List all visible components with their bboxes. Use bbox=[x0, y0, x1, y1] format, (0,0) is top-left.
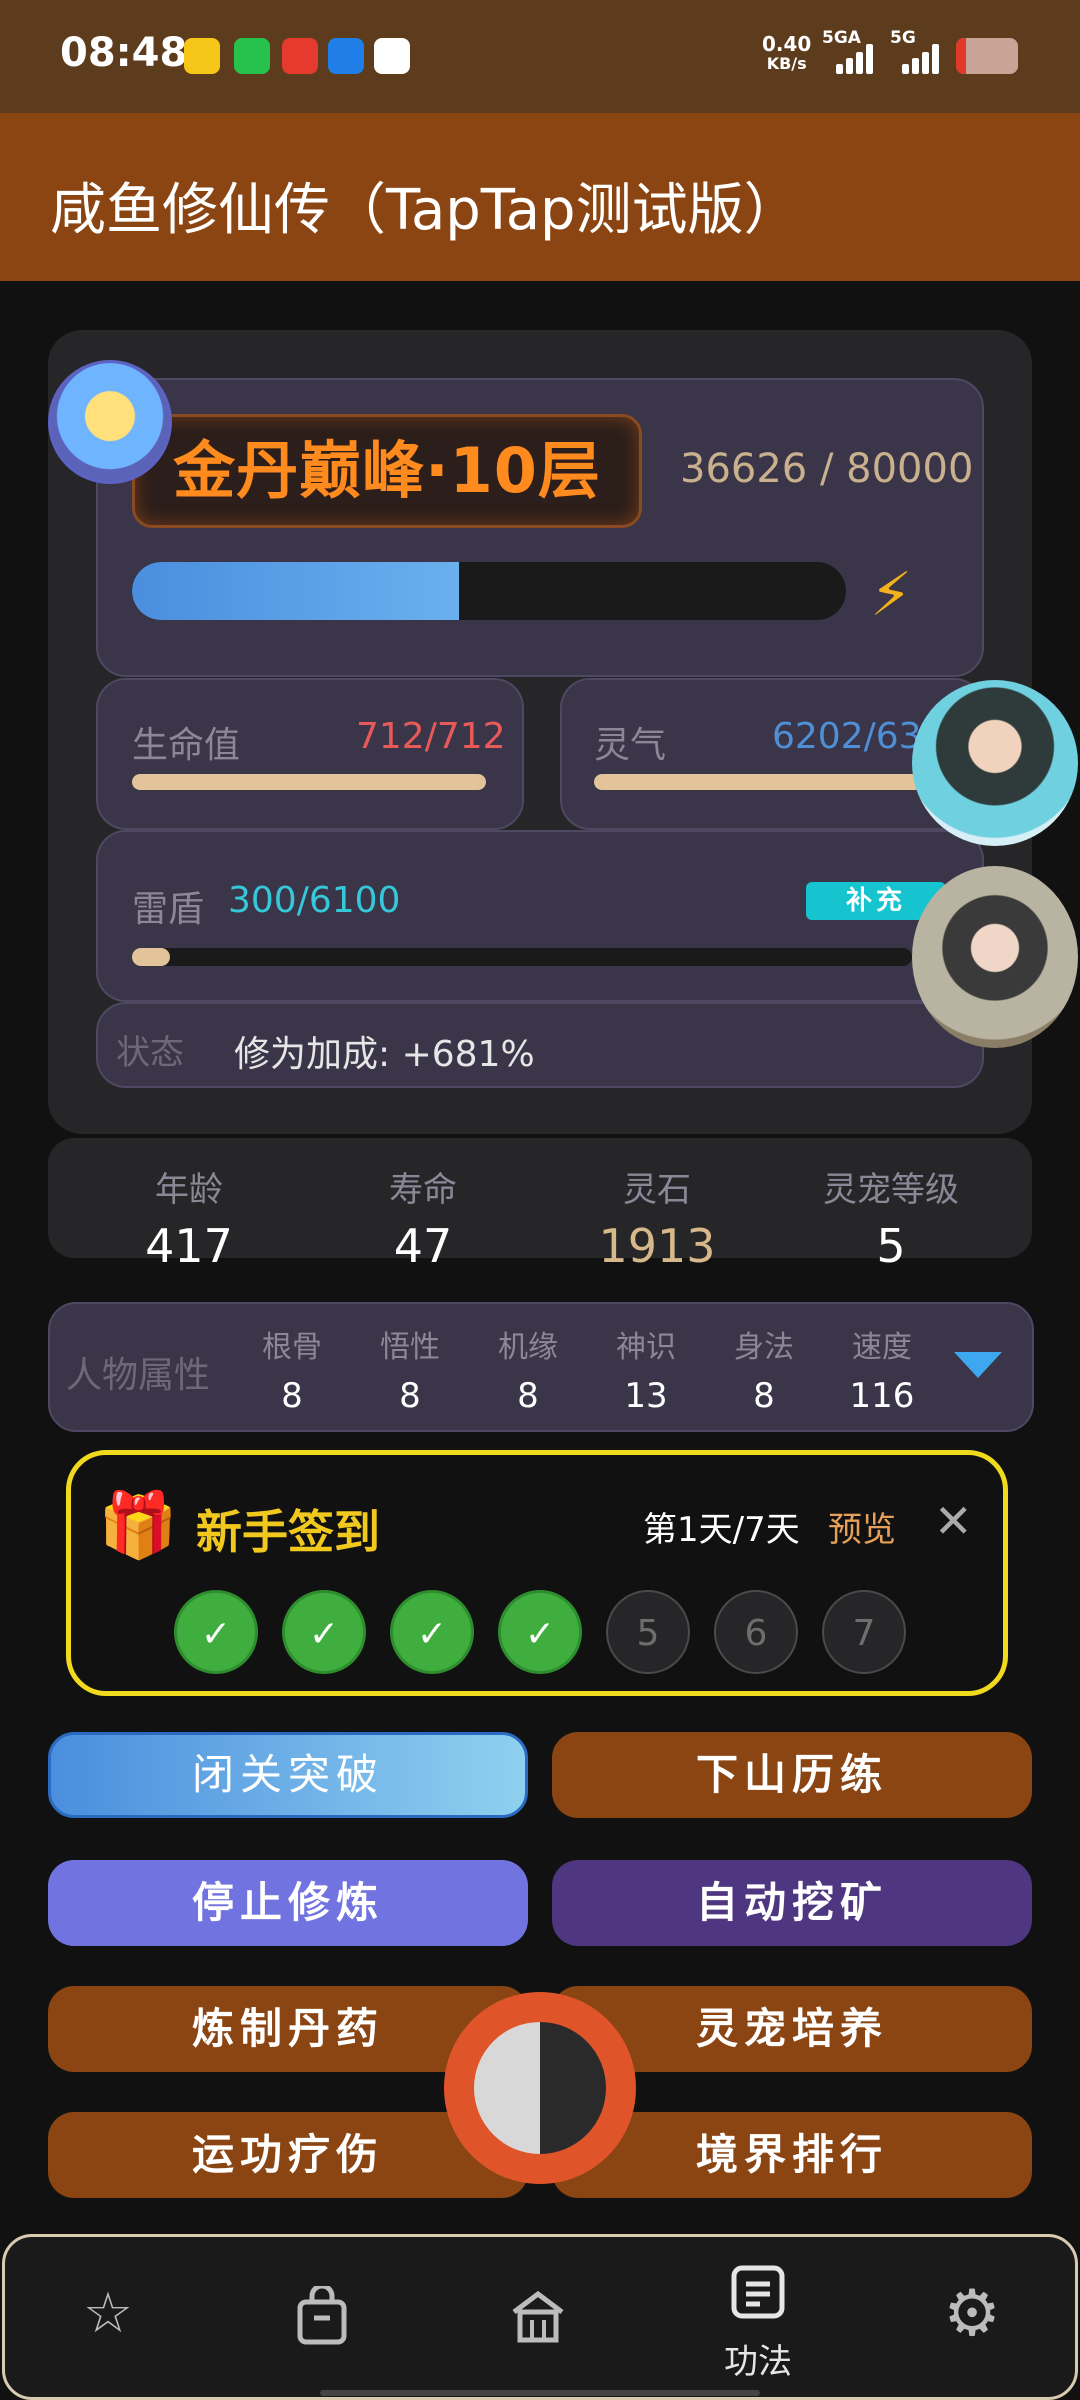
stat-label: 灵石 bbox=[623, 1170, 691, 1210]
state-label: 状态 bbox=[116, 1033, 184, 1073]
companion-avatar[interactable] bbox=[912, 680, 1078, 846]
checkin-day-6[interactable]: 6 bbox=[714, 1590, 798, 1674]
stat-value: 5 bbox=[876, 1219, 906, 1273]
seclusion-breakthrough-button[interactable]: 闭关突破 bbox=[48, 1732, 528, 1818]
companion-avatar[interactable] bbox=[912, 866, 1078, 1048]
notification-app-icon bbox=[374, 38, 410, 74]
signal-bars-icon bbox=[836, 40, 882, 74]
attribute-value: 8 bbox=[753, 1376, 775, 1416]
network-speed-value: 0.40 bbox=[762, 32, 812, 56]
nav-home[interactable] bbox=[478, 2260, 598, 2380]
spirit-value: 6202/63 bbox=[772, 716, 922, 757]
stop-cultivation-button[interactable]: 停止修炼 bbox=[48, 1860, 528, 1946]
state-value: 修为加成: +681% bbox=[234, 1034, 535, 1075]
star-icon: ☆ bbox=[82, 2281, 134, 2346]
stat-spirit-stones: 灵石 1913 bbox=[542, 1162, 772, 1273]
notification-app-icon bbox=[282, 38, 318, 74]
notification-app-icon bbox=[184, 38, 220, 74]
nav-bag[interactable] bbox=[262, 2260, 382, 2380]
close-icon[interactable]: ✕ bbox=[934, 1494, 973, 1548]
attribute-label: 根骨 bbox=[262, 1330, 322, 1365]
attribute-value: 8 bbox=[517, 1376, 539, 1416]
checkin-day-4[interactable]: ✓ bbox=[498, 1590, 582, 1674]
attribute-value: 8 bbox=[281, 1376, 303, 1416]
shield-bar-fill bbox=[132, 948, 171, 966]
state-panel bbox=[96, 1002, 984, 1088]
checkin-day-2[interactable]: ✓ bbox=[282, 1590, 366, 1674]
player-avatar[interactable] bbox=[48, 360, 172, 484]
signal-bars-icon bbox=[902, 40, 948, 74]
status-time: 08:48 bbox=[60, 30, 188, 76]
network-speed: 0.40 KB/s bbox=[762, 34, 811, 74]
attribute-value: 13 bbox=[624, 1376, 668, 1416]
cultivation-progress-fill bbox=[132, 562, 459, 620]
stat-age: 年龄 417 bbox=[74, 1162, 304, 1273]
attribute-label: 速度 bbox=[852, 1330, 912, 1365]
attribute-item: 神识 13 bbox=[596, 1322, 696, 1416]
attribute-item: 速度 116 bbox=[832, 1322, 932, 1416]
checkin-preview-link[interactable]: 预览 bbox=[828, 1502, 896, 1551]
stat-label: 年龄 bbox=[155, 1170, 223, 1210]
checkin-day-1[interactable]: ✓ bbox=[174, 1590, 258, 1674]
spirit-bar bbox=[594, 774, 924, 790]
checkin-day-text: 第1天/7天 bbox=[643, 1510, 800, 1550]
notification-app-icon bbox=[328, 38, 364, 74]
attribute-label: 身法 bbox=[734, 1330, 794, 1365]
gear-icon: ⚙ bbox=[943, 2277, 1001, 2351]
home-icon bbox=[512, 2290, 564, 2343]
spirit-label: 灵气 bbox=[594, 725, 667, 766]
attribute-item: 根骨 8 bbox=[242, 1322, 342, 1416]
attribute-item: 身法 8 bbox=[714, 1322, 814, 1416]
stat-value: 417 bbox=[145, 1219, 233, 1273]
yin-yang-icon bbox=[474, 2022, 606, 2154]
checkin-day-3[interactable]: ✓ bbox=[390, 1590, 474, 1674]
battery-icon bbox=[956, 38, 1018, 74]
stat-value: 1913 bbox=[598, 1219, 716, 1273]
attribute-label: 机缘 bbox=[498, 1330, 558, 1365]
cultivation-progress-bar bbox=[132, 562, 846, 620]
shield-bar bbox=[132, 948, 912, 966]
attribute-value: 8 bbox=[399, 1376, 421, 1416]
attribute-item: 机缘 8 bbox=[478, 1322, 578, 1416]
checkin-day-7[interactable]: 7 bbox=[822, 1590, 906, 1674]
lightning-icon[interactable]: ⚡ bbox=[870, 560, 912, 630]
gift-icon: 🎁 bbox=[98, 1489, 178, 1563]
cultivation-progress-text: 36626 / 80000 bbox=[680, 446, 974, 492]
hp-label: 生命值 bbox=[132, 725, 241, 766]
attribute-label: 神识 bbox=[616, 1330, 676, 1365]
bag-icon bbox=[297, 2283, 347, 2345]
stat-label: 灵宠等级 bbox=[823, 1170, 959, 1210]
auto-mining-button[interactable]: 自动挖矿 bbox=[552, 1860, 1032, 1946]
gesture-bar bbox=[320, 2390, 760, 2396]
stat-value: 47 bbox=[393, 1219, 453, 1273]
nav-settings[interactable]: ⚙ bbox=[912, 2260, 1032, 2380]
wechat-icon bbox=[234, 38, 270, 74]
realm-name: 金丹巅峰·10层 bbox=[173, 434, 601, 507]
scroll-icon bbox=[731, 2265, 785, 2319]
stat-lifespan: 寿命 47 bbox=[308, 1162, 538, 1273]
checkin-day-5[interactable]: 5 bbox=[606, 1590, 690, 1674]
attribute-label: 悟性 bbox=[380, 1330, 440, 1365]
shield-label: 雷盾 bbox=[132, 889, 205, 930]
attributes-label: 人物属性 bbox=[66, 1355, 211, 1396]
network-speed-unit: KB/s bbox=[766, 54, 807, 73]
checkin-title: 新手签到 bbox=[196, 1505, 380, 1559]
app-title: 咸鱼修仙传（TapTap测试版） bbox=[50, 178, 800, 243]
realm-badge: 金丹巅峰·10层 bbox=[132, 414, 642, 528]
stat-pet-level: 灵宠等级 5 bbox=[776, 1162, 1006, 1273]
attribute-value: 116 bbox=[849, 1376, 915, 1416]
attribute-item: 悟性 8 bbox=[360, 1322, 460, 1416]
expand-triangle-icon[interactable] bbox=[954, 1352, 1002, 1378]
descend-mountain-button[interactable]: 下山历练 bbox=[552, 1732, 1032, 1818]
stat-label: 寿命 bbox=[389, 1170, 457, 1210]
nav-favorites[interactable]: ☆ bbox=[48, 2260, 168, 2380]
nav-gongfa-label: 功法 bbox=[724, 2342, 792, 2382]
hp-bar bbox=[132, 774, 486, 790]
shield-value: 300/6100 bbox=[228, 880, 401, 921]
hp-value: 712/712 bbox=[356, 716, 506, 757]
